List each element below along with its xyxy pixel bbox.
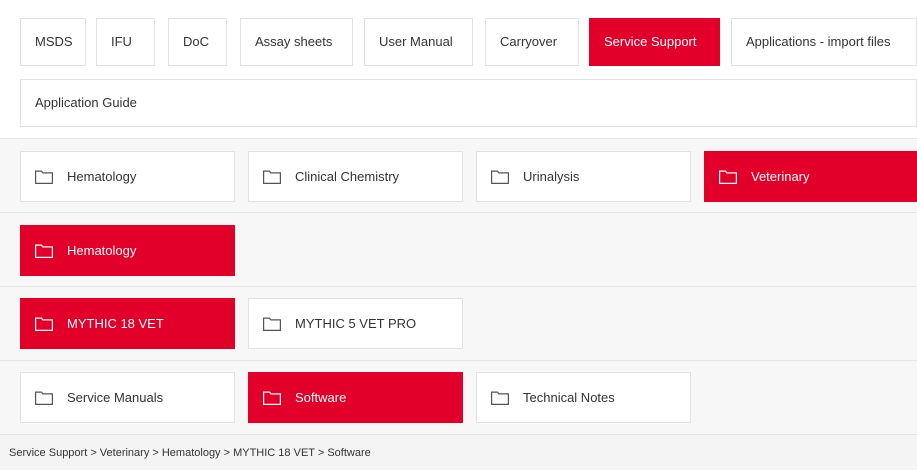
- tab-ifu[interactable]: IFU: [96, 18, 155, 66]
- tab-applications-import-files[interactable]: Applications - import files: [731, 18, 917, 66]
- folder-icon: [35, 244, 53, 258]
- folder-veterinary[interactable]: Veterinary: [704, 151, 917, 202]
- folder-icon: [263, 170, 281, 184]
- folder-technical-notes[interactable]: Technical Notes: [476, 372, 691, 423]
- tab-doc[interactable]: DoC: [168, 18, 227, 66]
- product-row: MYTHIC 18 VET MYTHIC 5 VET PRO: [0, 286, 917, 360]
- folder-icon: [35, 170, 53, 184]
- folder-mythic-5-vet-pro[interactable]: MYTHIC 5 VET PRO: [248, 298, 463, 349]
- folder-icon: [491, 391, 509, 405]
- folder-label: Service Manuals: [67, 390, 164, 405]
- tab-carryover[interactable]: Carryover: [485, 18, 579, 66]
- folder-label: MYTHIC 5 VET PRO: [295, 316, 417, 331]
- document-folder-row: Service Manuals Software Technical Notes: [0, 360, 917, 434]
- tab-user-manual[interactable]: User Manual: [364, 18, 473, 66]
- tab-service-support[interactable]: Service Support: [589, 18, 720, 66]
- document-type-tabs: MSDS IFU DoC Assay sheets User Manual Ca…: [9, 8, 917, 135]
- tab-assay-sheets[interactable]: Assay sheets: [240, 18, 353, 66]
- folder-hematology[interactable]: Hematology: [20, 151, 235, 202]
- folder-icon: [263, 391, 281, 405]
- document-browser: MSDS IFU DoC Assay sheets User Manual Ca…: [0, 0, 917, 470]
- folder-mythic-18-vet[interactable]: MYTHIC 18 VET: [20, 298, 235, 349]
- folder-label: Urinalysis: [523, 169, 580, 184]
- folder-label: Technical Notes: [523, 390, 615, 405]
- folder-icon: [263, 317, 281, 331]
- folder-label: Clinical Chemistry: [295, 169, 400, 184]
- tab-msds[interactable]: MSDS: [20, 18, 86, 66]
- folder-icon: [35, 391, 53, 405]
- folder-label: MYTHIC 18 VET: [67, 316, 164, 331]
- category-row: Hematology Clinical Chemistry Urinalysis…: [0, 138, 917, 212]
- folder-software[interactable]: Software: [248, 372, 463, 423]
- folder-label: Hematology: [67, 169, 137, 184]
- folder-label: Veterinary: [751, 169, 810, 184]
- breadcrumb: Service Support > Veterinary > Hematolog…: [0, 434, 917, 470]
- folder-label: Software: [295, 390, 347, 405]
- tab-application-guide[interactable]: Application Guide: [20, 79, 917, 127]
- folder-icon: [491, 170, 509, 184]
- folder-icon: [719, 170, 737, 184]
- folder-urinalysis[interactable]: Urinalysis: [476, 151, 691, 202]
- folder-icon: [35, 317, 53, 331]
- folder-clinical-chemistry[interactable]: Clinical Chemistry: [248, 151, 463, 202]
- folder-label: Hematology: [67, 243, 137, 258]
- subcategory-row: Hematology: [0, 212, 917, 286]
- folder-veterinary-hematology[interactable]: Hematology: [20, 225, 235, 276]
- folder-service-manuals[interactable]: Service Manuals: [20, 372, 235, 423]
